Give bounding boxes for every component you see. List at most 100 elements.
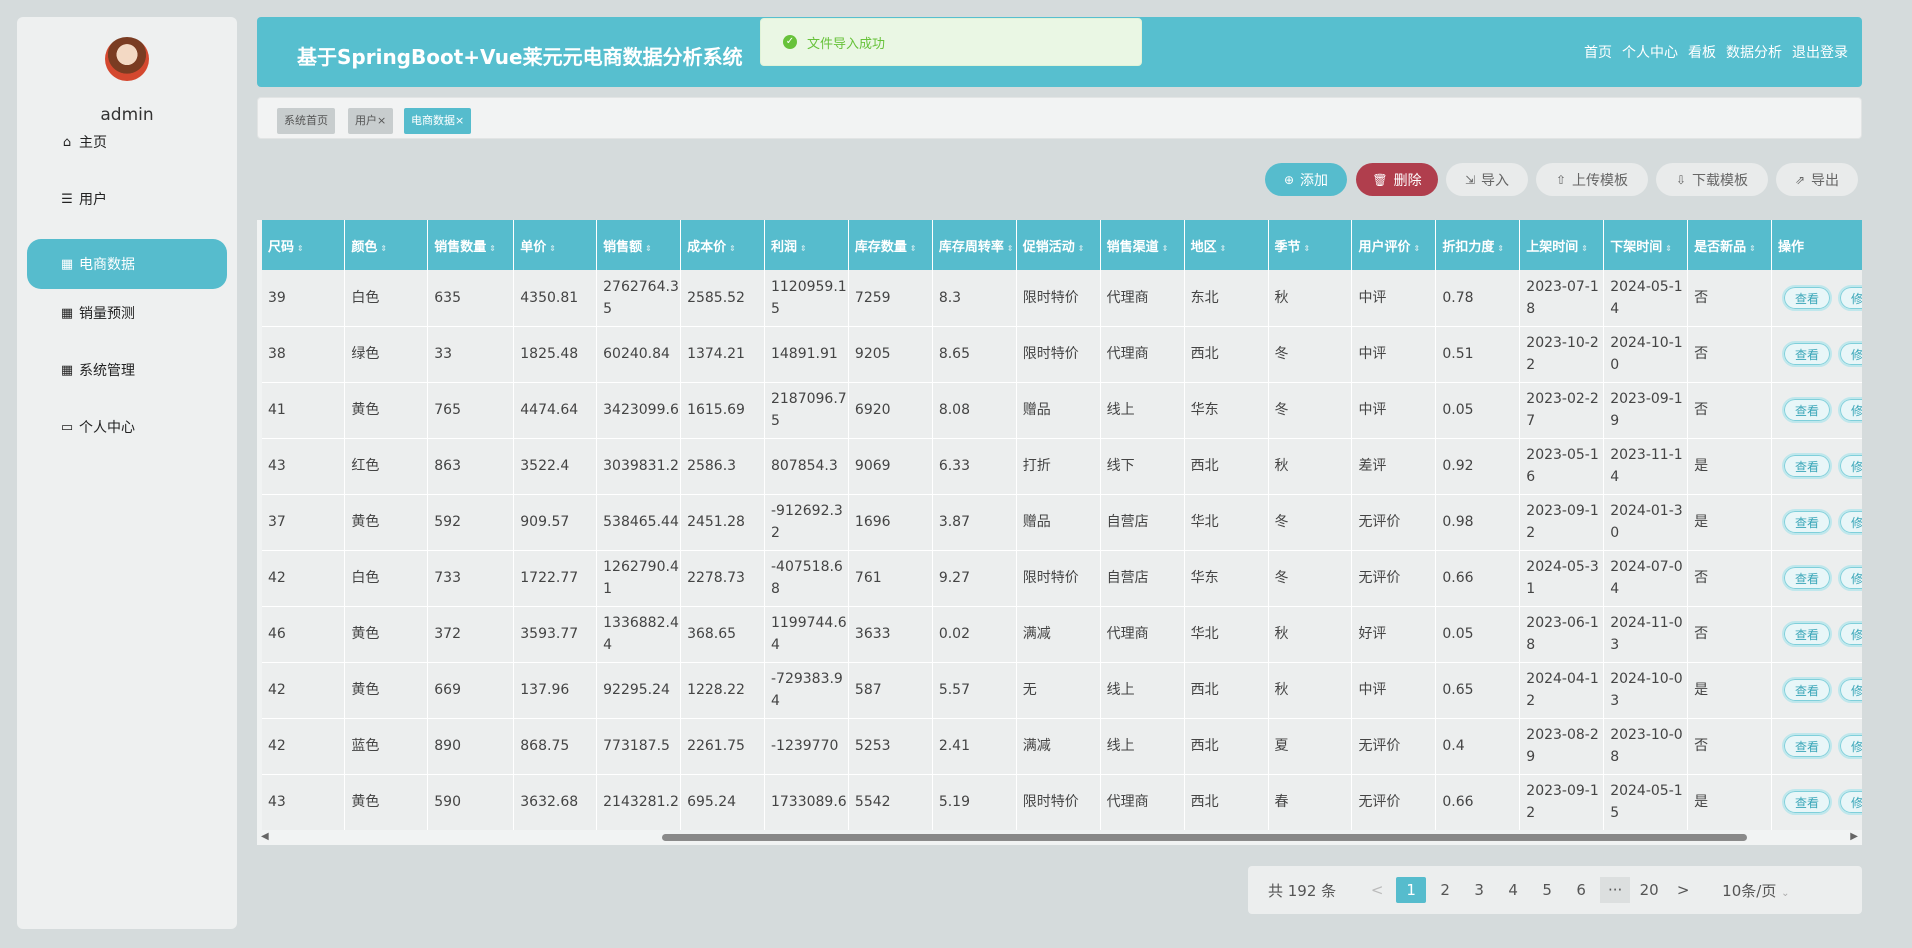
- nav-data-analysis-link[interactable]: 数据分析: [1726, 42, 1782, 62]
- sort-icon[interactable]: ⇕: [1413, 244, 1420, 253]
- view-button[interactable]: 查看: [1782, 621, 1833, 647]
- sort-icon[interactable]: ⇕: [1007, 244, 1014, 253]
- scroll-right-icon[interactable]: ▶: [1850, 831, 1858, 842]
- column-header[interactable]: 地区 ⇕: [1184, 220, 1269, 270]
- column-header[interactable]: 促销活动 ⇕: [1016, 220, 1101, 270]
- page-number-button[interactable]: 1: [1396, 877, 1427, 903]
- column-header[interactable]: 库存周转率 ⇕: [932, 220, 1017, 270]
- sort-icon[interactable]: ⇕: [1581, 244, 1588, 253]
- nav-home-link[interactable]: 首页: [1584, 42, 1612, 62]
- next-page-button[interactable]: >: [1668, 877, 1698, 903]
- view-button[interactable]: 查看: [1782, 453, 1833, 479]
- edit-button[interactable]: 修改: [1838, 565, 1862, 591]
- column-header[interactable]: 销售额 ⇕: [596, 220, 682, 270]
- data-table-container[interactable]: 尺码 ⇕ 颜色 ⇕ 销售数量 ⇕ 单价 ⇕ 销售额 ⇕ 成本价 ⇕ 利润 ⇕ 库存数量 ⇕ 库存周转率 ⇕ 促销活动…: [257, 220, 1862, 845]
- view-button[interactable]: 查看: [1782, 341, 1833, 367]
- edit-button[interactable]: 修改: [1838, 341, 1862, 367]
- sort-icon[interactable]: ⇕: [1220, 244, 1227, 253]
- edit-button[interactable]: 修改: [1838, 509, 1862, 535]
- page-number-button[interactable]: 5: [1532, 877, 1562, 903]
- page-number-button[interactable]: 3: [1464, 877, 1494, 903]
- sort-icon[interactable]: ⇕: [800, 244, 807, 253]
- sort-icon[interactable]: ⇕: [297, 244, 304, 253]
- column-header[interactable]: 成本价 ⇕: [680, 220, 765, 270]
- sort-icon[interactable]: ⇕: [645, 244, 652, 253]
- sort-icon[interactable]: ⇕: [729, 244, 736, 253]
- sort-icon[interactable]: ⇕: [380, 244, 387, 253]
- sort-icon[interactable]: ⇕: [549, 244, 556, 253]
- column-header[interactable]: 用户评价 ⇕: [1351, 220, 1437, 270]
- page-number-button[interactable]: 20: [1634, 877, 1664, 903]
- table-cell: 赠品: [1016, 382, 1101, 439]
- column-header[interactable]: 是否新品 ⇕: [1687, 220, 1773, 270]
- nav-logout-link[interactable]: 退出登录: [1792, 42, 1848, 62]
- scrollbar-thumb[interactable]: [662, 834, 1747, 841]
- tag-ecommerce-data[interactable]: 电商数据×: [404, 108, 472, 134]
- edit-button[interactable]: 修改: [1838, 397, 1862, 423]
- sidebar-item-personal-center[interactable]: ▭ 个人中心: [27, 402, 227, 452]
- download-template-button[interactable]: ⇩ 下载模板: [1656, 163, 1768, 196]
- sidebar-item-sales-forecast[interactable]: ▦ 销量预测: [27, 288, 227, 338]
- edit-button[interactable]: 修改: [1838, 677, 1862, 703]
- sidebar-item-system-management[interactable]: ▦ 系统管理: [27, 345, 227, 395]
- column-header[interactable]: 季节 ⇕: [1268, 220, 1353, 270]
- upload-template-button[interactable]: ⇧ 上传模板: [1536, 163, 1648, 196]
- close-icon[interactable]: ×: [377, 114, 386, 127]
- sidebar-item-users[interactable]: ☰ 用户: [27, 174, 227, 224]
- page-number-button[interactable]: 6: [1566, 877, 1596, 903]
- sort-icon[interactable]: ⇕: [1078, 244, 1085, 253]
- tag-users[interactable]: 用户×: [348, 108, 394, 134]
- delete-button[interactable]: 🗑 删除: [1356, 163, 1438, 196]
- sort-icon[interactable]: ⇕: [1497, 244, 1504, 253]
- column-header[interactable]: 利润 ⇕: [764, 220, 849, 270]
- sidebar-item-ecommerce-data[interactable]: ▦ 电商数据: [27, 239, 227, 289]
- view-button[interactable]: 查看: [1782, 789, 1833, 815]
- tag-system-home[interactable]: 系统首页: [277, 108, 335, 134]
- column-header[interactable]: 上架时间 ⇕: [1519, 220, 1605, 270]
- edit-button[interactable]: 修改: [1838, 733, 1862, 759]
- add-button[interactable]: ⊕ 添加: [1265, 163, 1347, 196]
- sidebar-item-home[interactable]: ⌂ 主页: [27, 117, 227, 167]
- sort-icon[interactable]: ⇕: [1749, 244, 1756, 253]
- close-icon[interactable]: ×: [455, 114, 464, 127]
- edit-button[interactable]: 修改: [1838, 453, 1862, 479]
- table-cell: 60240.84: [596, 326, 682, 383]
- column-header[interactable]: 折扣力度 ⇕: [1435, 220, 1521, 270]
- sort-icon[interactable]: ⇕: [1665, 244, 1672, 253]
- sort-icon[interactable]: ⇕: [910, 244, 917, 253]
- view-button[interactable]: 查看: [1782, 565, 1833, 591]
- column-header[interactable]: 销售渠道 ⇕: [1100, 220, 1185, 270]
- nav-dashboard-link[interactable]: 看板: [1688, 42, 1716, 62]
- column-header[interactable]: 销售数量 ⇕: [427, 220, 515, 270]
- edit-button[interactable]: 修改: [1838, 621, 1862, 647]
- scroll-left-icon[interactable]: ◀: [261, 831, 269, 842]
- horizontal-scrollbar[interactable]: ◀ ▶: [257, 830, 1862, 844]
- page-number-button[interactable]: 4: [1498, 877, 1528, 903]
- avatar[interactable]: [105, 37, 149, 81]
- view-button[interactable]: 查看: [1782, 733, 1833, 759]
- sort-icon[interactable]: ⇕: [1162, 244, 1169, 253]
- view-button[interactable]: 查看: [1782, 284, 1833, 311]
- more-pages-button[interactable]: ···: [1600, 877, 1631, 903]
- import-button[interactable]: ⇲ 导入: [1446, 163, 1528, 196]
- table-cell: 2451.28: [680, 494, 765, 551]
- column-header[interactable]: 库存数量 ⇕: [848, 220, 933, 270]
- page-size-select[interactable]: 10条/页 ⌄: [1722, 880, 1789, 901]
- view-button[interactable]: 查看: [1782, 509, 1833, 535]
- export-button[interactable]: ⇗ 导出: [1776, 163, 1858, 196]
- edit-button[interactable]: 修改: [1838, 789, 1862, 815]
- column-header[interactable]: 下架时间 ⇕: [1603, 220, 1689, 270]
- column-header[interactable]: 单价 ⇕: [513, 220, 598, 270]
- table-cell: 635: [427, 270, 515, 327]
- view-button[interactable]: 查看: [1782, 397, 1833, 423]
- view-button[interactable]: 查看: [1782, 677, 1833, 703]
- sort-icon[interactable]: ⇕: [489, 244, 496, 253]
- nav-personal-center-link[interactable]: 个人中心: [1622, 42, 1678, 62]
- page-number-button[interactable]: 2: [1430, 877, 1460, 903]
- sort-icon[interactable]: ⇕: [1304, 244, 1311, 253]
- edit-button[interactable]: 修改: [1838, 284, 1862, 311]
- table-cell: 137.96: [513, 662, 598, 719]
- prev-page-button[interactable]: <: [1362, 877, 1392, 903]
- column-header[interactable]: 尺码 ⇕: [262, 220, 346, 270]
- column-header[interactable]: 颜色 ⇕: [344, 220, 429, 270]
